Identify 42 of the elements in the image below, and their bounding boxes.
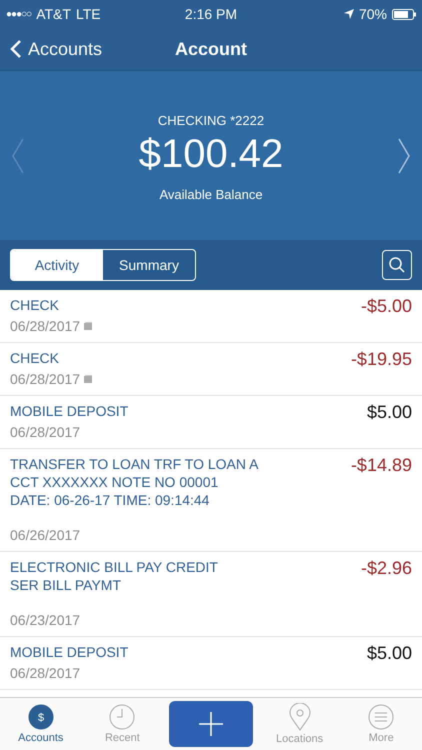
transaction-description[interactable]: CHECK xyxy=(10,296,92,314)
add-button[interactable] xyxy=(168,701,253,747)
transaction-amount: -$14.89 xyxy=(350,455,412,477)
carrier: AT&T xyxy=(36,6,71,22)
dollar-coin-icon: $ xyxy=(28,704,54,730)
tab-bar-item[interactable]: $ Accounts xyxy=(6,704,76,744)
back-button[interactable]: Accounts xyxy=(10,38,102,60)
signal-dots: ●●●○○ xyxy=(6,8,32,20)
account-name: CHECKING *2222 xyxy=(158,113,264,128)
transaction-description[interactable]: CHECK xyxy=(10,349,92,367)
clock-icon xyxy=(109,704,136,730)
segment-tab[interactable]: Summary xyxy=(103,250,195,280)
search-button[interactable] xyxy=(382,250,412,280)
transaction-description[interactable]: TRANSFER TO LOAN TRF TO LOAN A CCT XXXXXXX NOTE NO 00001 DATE: 06-26-17 TIME: 09:14:44 xyxy=(10,455,258,509)
transaction-amount: $5.00 xyxy=(366,402,412,424)
plus-icon xyxy=(198,711,224,737)
battery-percent: 70% xyxy=(358,6,387,22)
screen-title: Account xyxy=(175,38,247,60)
transaction-amount: -$5.00 xyxy=(360,296,412,318)
chevron-left-icon xyxy=(10,39,22,59)
battery-icon xyxy=(392,8,416,20)
transaction-date: 06/28/2017 xyxy=(10,318,80,334)
transaction-date: 06/26/2017 xyxy=(10,527,80,543)
transaction-amount: -$2.96 xyxy=(360,558,412,580)
transaction-date: 06/28/2017 xyxy=(10,424,80,440)
clock-time: 2:16 PM xyxy=(184,6,238,22)
segment-tab[interactable]: Activity xyxy=(11,250,103,280)
transaction-amount: -$19.95 xyxy=(350,349,412,371)
transaction-description[interactable]: MOBILE DEPOSIT xyxy=(10,643,128,661)
menu-icon xyxy=(368,704,394,730)
transaction-description[interactable]: ELECTRONIC BILL PAY CREDIT SER BILL PAYMT xyxy=(10,558,218,594)
balance-amount: $100.42 xyxy=(138,132,284,177)
transaction-date: 06/23/2017 xyxy=(10,612,80,628)
balance-caption: Available Balance xyxy=(159,187,263,202)
transaction-description[interactable]: MOBILE DEPOSIT xyxy=(10,402,128,420)
map-pin-icon xyxy=(288,703,311,731)
search-icon xyxy=(388,256,406,274)
transaction-date: 06/28/2017 xyxy=(10,665,80,681)
network-type: LTE xyxy=(76,6,101,22)
location-arrow-icon xyxy=(344,9,354,19)
transaction-date: 06/28/2017 xyxy=(10,371,80,387)
transaction-amount: $5.00 xyxy=(366,643,412,665)
